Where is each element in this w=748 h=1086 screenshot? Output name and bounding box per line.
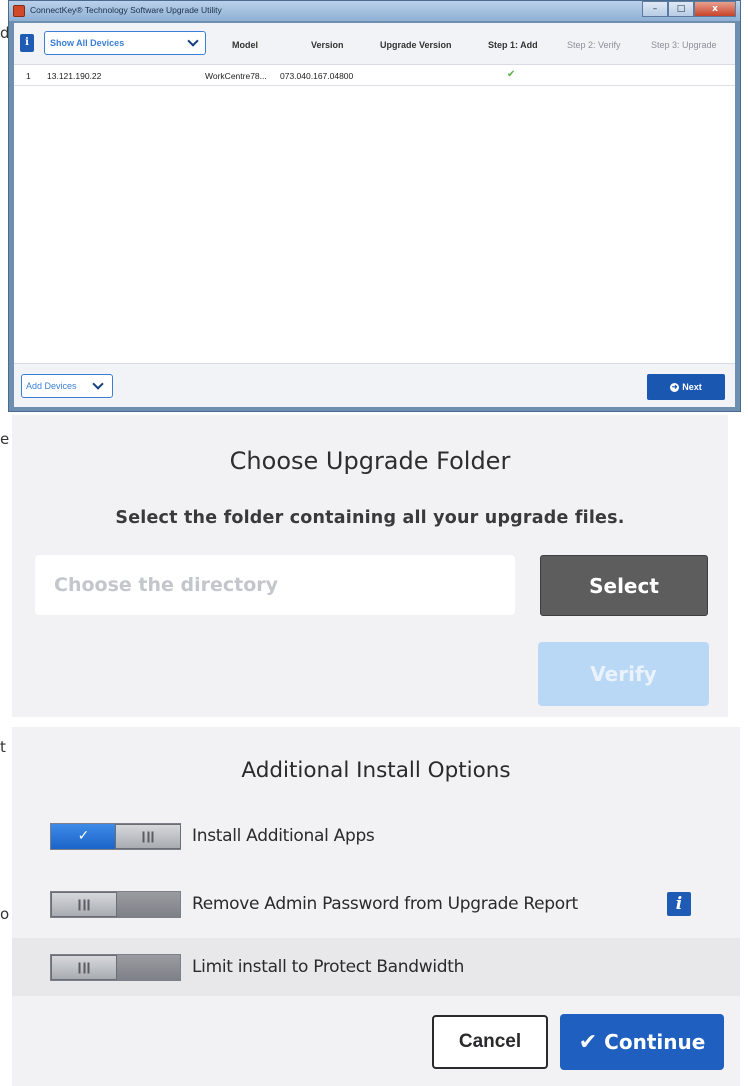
chevron-down-icon xyxy=(92,378,104,390)
toggle-knob[interactable] xyxy=(51,955,117,980)
row-ip-address: 13.121.190.22 xyxy=(47,71,102,81)
option-row-limit-bandwidth: Limit install to Protect Bandwidth xyxy=(12,938,740,996)
info-icon[interactable]: i xyxy=(667,892,691,916)
toggle-knob[interactable] xyxy=(51,892,117,917)
grid-header: i Show All Devices Model Version Upgrade… xyxy=(14,23,735,65)
device-filter-value: Show All Devices xyxy=(50,38,125,48)
column-header-upgrade-version[interactable]: Upgrade Version xyxy=(380,40,452,50)
grip-icon xyxy=(142,831,154,842)
install-options-title: Additional Install Options xyxy=(241,758,511,783)
option-row-install-apps: ✓ Install Additional Apps xyxy=(12,807,740,865)
check-icon: ✓ xyxy=(51,824,116,849)
option-row-remove-admin-password: Remove Admin Password from Upgrade Repor… xyxy=(12,875,740,933)
column-header-step3[interactable]: Step 3: Upgrade xyxy=(651,40,717,50)
window-controls: – □ x xyxy=(642,1,736,17)
install-options-panel: Additional Install Options ✓ Install Add… xyxy=(12,727,740,1086)
edge-fragment: t xyxy=(0,738,6,756)
install-apps-label: Install Additional Apps xyxy=(192,826,375,846)
next-label: Next xyxy=(682,382,702,392)
chevron-down-icon xyxy=(187,35,199,47)
add-devices-dropdown[interactable]: Add Devices xyxy=(21,374,113,398)
cancel-button[interactable]: Cancel xyxy=(432,1015,548,1069)
check-icon: ✔ xyxy=(507,69,516,80)
grid-footer: Add Devices ➜ Next xyxy=(14,363,735,407)
row-version: 073.040.167.04800 xyxy=(280,71,354,81)
remove-admin-password-label: Remove Admin Password from Upgrade Repor… xyxy=(192,894,578,914)
row-model: WorkCentre78... xyxy=(205,71,267,81)
minimize-button[interactable]: – xyxy=(642,1,668,17)
window-titlebar[interactable]: ConnectKey® Technology Software Upgrade … xyxy=(9,1,740,21)
limit-bandwidth-label: Limit install to Protect Bandwidth xyxy=(192,957,465,977)
edge-fragment: o xyxy=(0,905,10,923)
row-index: 1 xyxy=(26,71,31,81)
install-apps-toggle[interactable]: ✓ xyxy=(50,823,181,850)
continue-label: Continue xyxy=(604,1030,706,1054)
column-header-step2[interactable]: Step 2: Verify xyxy=(567,40,621,50)
directory-input[interactable] xyxy=(35,555,515,615)
maximize-button[interactable]: □ xyxy=(668,1,694,17)
arrow-right-circle-icon: ➜ xyxy=(670,382,680,392)
grip-icon xyxy=(78,899,90,910)
device-filter-dropdown[interactable]: Show All Devices xyxy=(44,31,206,55)
window-title: ConnectKey® Technology Software Upgrade … xyxy=(30,5,222,15)
continue-button[interactable]: ✔ Continue xyxy=(560,1014,724,1070)
edge-fragment: e xyxy=(0,430,10,448)
verify-button[interactable]: Verify xyxy=(538,642,709,706)
column-header-model[interactable]: Model xyxy=(232,40,258,50)
upgrade-folder-title: Choose Upgrade Folder xyxy=(229,447,511,475)
column-header-step1[interactable]: Step 1: Add xyxy=(488,40,538,50)
upgrade-folder-subtitle: Select the folder containing all your up… xyxy=(115,508,625,528)
upgrade-utility-window: ConnectKey® Technology Software Upgrade … xyxy=(8,0,741,412)
device-grid-panel: i Show All Devices Model Version Upgrade… xyxy=(14,23,735,407)
app-icon xyxy=(13,5,25,17)
grip-icon xyxy=(78,962,90,973)
add-devices-label: Add Devices xyxy=(26,381,77,391)
info-icon[interactable]: i xyxy=(20,34,34,52)
table-row[interactable]: 1 13.121.190.22 WorkCentre78... 073.040.… xyxy=(14,66,735,86)
remove-admin-password-toggle[interactable] xyxy=(50,891,181,918)
column-header-version[interactable]: Version xyxy=(311,40,344,50)
select-button[interactable]: Select xyxy=(540,555,708,616)
checkmark-icon: ✔ xyxy=(578,1029,598,1055)
upgrade-folder-panel: Choose Upgrade Folder Select the folder … xyxy=(12,415,728,717)
toggle-knob[interactable] xyxy=(115,824,181,849)
next-button[interactable]: ➜ Next xyxy=(647,374,725,400)
close-button[interactable]: x xyxy=(694,1,736,17)
limit-bandwidth-toggle[interactable] xyxy=(50,954,181,981)
